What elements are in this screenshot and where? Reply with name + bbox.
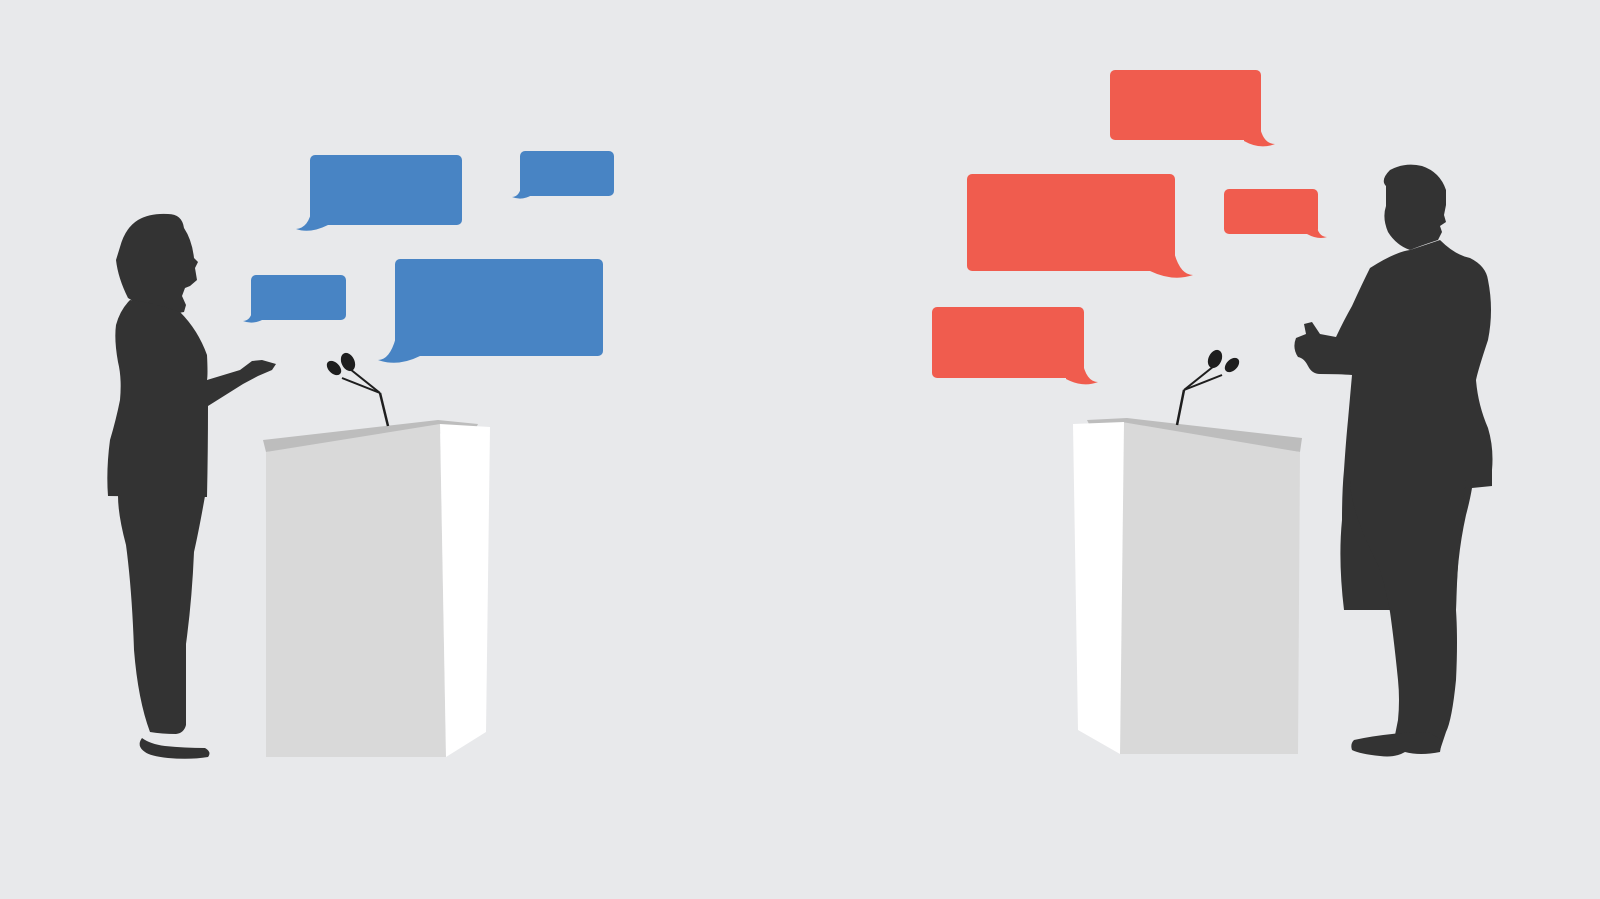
right-speech-bubble-2-icon (967, 174, 1193, 278)
right-speech-bubble-3-icon (1224, 189, 1327, 238)
left-speech-bubble-3-icon (243, 275, 346, 323)
left-speech-bubble-1-icon (296, 155, 462, 231)
debate-illustration (0, 0, 1600, 899)
left-speech-bubble-4-icon (378, 259, 603, 363)
right-speech-bubble-1-icon (1110, 70, 1275, 147)
left-speech-bubble-2-icon (512, 151, 614, 199)
right-speech-bubble-4-icon (932, 307, 1098, 385)
right-podium-icon (1073, 418, 1302, 754)
left-podium-icon (263, 420, 490, 757)
